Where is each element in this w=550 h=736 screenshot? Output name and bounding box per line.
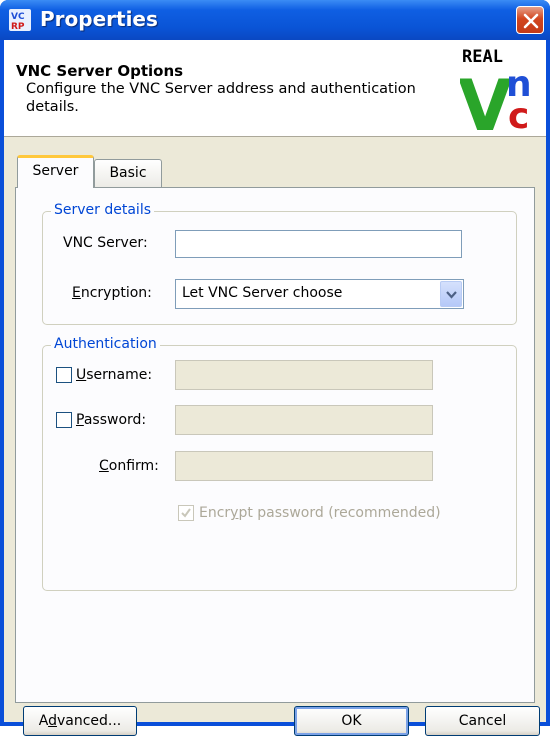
username-label-mnemonic: U	[76, 367, 87, 383]
vnc-server-input[interactable]	[175, 230, 462, 258]
username-checkbox[interactable]	[56, 367, 72, 383]
confirm-input[interactable]	[175, 451, 433, 481]
encryption-dropdown[interactable]: Let VNC Server choose	[175, 279, 464, 309]
password-checkbox[interactable]	[56, 412, 72, 428]
confirm-label-mnemonic: C	[99, 458, 109, 474]
advanced-label-mnemonic: d	[48, 713, 57, 729]
cancel-label: Cancel	[458, 713, 507, 729]
chevron-down-icon	[446, 291, 457, 299]
dialog-client-area: VNC Server Options Configure the VNC Ser…	[4, 40, 546, 736]
username-label: Username:	[76, 367, 152, 383]
dropdown-arrow-button[interactable]	[440, 281, 462, 307]
tab-server-label: Server	[32, 163, 79, 179]
ok-label: OK	[341, 713, 362, 729]
encrypt-password-checkbox[interactable]	[178, 505, 194, 521]
logo-c-letter: c	[508, 96, 529, 132]
authentication-title: Authentication	[51, 336, 160, 352]
encrypt-label-post: pt password (recommended)	[238, 505, 441, 521]
window-title: Properties	[40, 7, 158, 31]
checkmark-icon	[181, 508, 191, 518]
server-details-title: Server details	[51, 202, 155, 218]
close-button[interactable]	[516, 6, 544, 34]
close-icon	[523, 13, 539, 29]
tab-basic-label: Basic	[109, 165, 147, 181]
confirm-label-rest: onfirm:	[108, 458, 159, 474]
password-label: Password:	[76, 412, 146, 428]
password-label-mnemonic: P	[76, 412, 84, 428]
title-bar[interactable]: VC RP Properties	[0, 0, 550, 40]
encryption-label-mnemonic: E	[72, 285, 81, 301]
logo-v-letter: V	[460, 65, 512, 132]
realvnc-logo: REAL V n c	[458, 46, 544, 147]
advanced-label-pre: A	[38, 713, 49, 729]
tab-basic[interactable]: Basic	[94, 159, 162, 187]
encrypt-label-pre: Encr	[199, 505, 231, 521]
tab-panel-server: Server details VNC Server: Encryption: L…	[15, 187, 535, 703]
encryption-selected-value: Let VNC Server choose	[182, 285, 343, 301]
password-input[interactable]	[175, 405, 433, 435]
logo-real-text: REAL	[462, 47, 503, 67]
svg-text:RP: RP	[11, 22, 25, 31]
encryption-label: Encryption:	[72, 285, 152, 301]
vnc-app-icon: VC RP	[9, 9, 31, 32]
dialog-header: VNC Server Options Configure the VNC Ser…	[4, 40, 546, 147]
properties-window: VC RP Properties VNC Server Options Conf…	[0, 0, 550, 736]
password-label-rest: assword:	[83, 412, 147, 428]
confirm-label: Confirm:	[99, 458, 159, 474]
username-label-rest: sername:	[86, 367, 153, 383]
vnc-server-label: VNC Server:	[63, 235, 148, 251]
username-input[interactable]	[175, 360, 433, 390]
tab-server[interactable]: Server	[17, 155, 94, 188]
advanced-label-post: vanced...	[56, 713, 122, 729]
header-title: VNC Server Options	[16, 62, 184, 80]
header-description: Configure the VNC Server address and aut…	[26, 81, 416, 115]
advanced-button[interactable]: Advanced...	[23, 706, 137, 736]
ok-button[interactable]: OK	[294, 706, 409, 736]
encryption-label-rest: ncryption:	[80, 285, 152, 301]
svg-text:VC: VC	[11, 12, 25, 22]
cancel-button[interactable]: Cancel	[425, 706, 540, 736]
encrypt-password-label: Encrypt password (recommended)	[199, 505, 441, 521]
